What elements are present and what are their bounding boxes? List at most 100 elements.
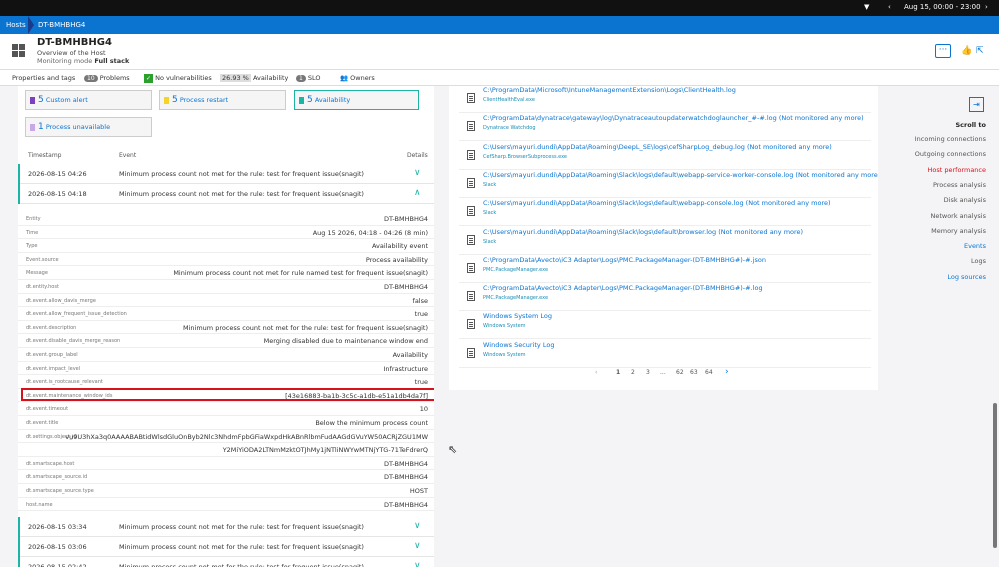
- chevron-up-icon[interactable]: ∧: [414, 188, 421, 198]
- event-row[interactable]: 2026-08-15 03:34 Minimum process count no…: [18, 517, 434, 538]
- log-process[interactable]: Windows System: [483, 323, 526, 329]
- scroll-to-item[interactable]: Host performance: [928, 166, 987, 174]
- scroll-to-item[interactable]: Memory analysis: [931, 227, 986, 235]
- pager-page[interactable]: 62: [676, 369, 684, 376]
- scroll-to-item[interactable]: Logs: [971, 257, 986, 265]
- log-process[interactable]: Slack: [483, 239, 496, 245]
- timeframe-selector[interactable]: Aug 15, 00:00 - 23:00: [904, 3, 981, 11]
- chevron-right-icon[interactable]: ›: [985, 3, 988, 11]
- log-path[interactable]: C:\Users\mayuri.dundi\AppData\Roaming\De…: [483, 143, 832, 151]
- log-path[interactable]: C:\Users\mayuri.dundi\AppData\Roaming\Sl…: [483, 199, 831, 207]
- property-key: dt.event.group_label: [26, 352, 78, 358]
- log-process[interactable]: Slack: [483, 182, 496, 188]
- chevron-down-icon[interactable]: ∨: [414, 521, 421, 531]
- log-process[interactable]: CefSharp.BrowserSubprocess.exe: [483, 154, 567, 160]
- tile-process-restart[interactable]: 5 Process restart: [159, 90, 286, 110]
- chevron-down-icon[interactable]: ∨: [414, 168, 421, 178]
- event-timestamp: 2026-08-15 04:18: [28, 190, 87, 198]
- log-source-row[interactable]: C:\Users\mayuri.dundi\AppData\Roaming\Sl…: [459, 227, 871, 255]
- event-row[interactable]: 2026-08-15 02:42 Minimum process count no…: [18, 557, 434, 567]
- scroll-to-item[interactable]: Incoming connections: [915, 135, 986, 143]
- event-property-row: host.name DT-BMHBHG4: [18, 498, 434, 512]
- log-source-row[interactable]: C:\Users\mayuri.dundi\AppData\Roaming\Sl…: [459, 170, 878, 198]
- log-path[interactable]: C:\ProgramData\dynatrace\gateway\log\Dyn…: [483, 114, 864, 122]
- thumbs-up-icon[interactable]: 👍: [961, 46, 972, 56]
- log-source-row[interactable]: C:\ProgramData\dynatrace\gateway\log\Dyn…: [459, 113, 871, 142]
- event-row[interactable]: 2026-08-15 04:18 Minimum process count no…: [18, 184, 434, 204]
- log-source-row[interactable]: C:\ProgramData\Avecto\iC3 Adapter\Logs\P…: [459, 255, 871, 283]
- log-process[interactable]: PMC.PackageManager.exe: [483, 267, 548, 273]
- log-source-row[interactable]: Windows Security Log Windows System: [459, 340, 871, 368]
- log-path[interactable]: C:\Users\mayuri.dundi\AppData\Roaming\Sl…: [483, 171, 878, 179]
- filter-icon[interactable]: ▼: [864, 3, 869, 11]
- pager-page[interactable]: 3: [646, 369, 650, 376]
- monitoring-mode: Monitoring mode Full stack: [37, 57, 129, 65]
- scrollbar[interactable]: [993, 403, 997, 548]
- scroll-to-item[interactable]: Outgoing connections: [915, 150, 986, 158]
- pager-next[interactable]: ›: [725, 367, 729, 377]
- log-process[interactable]: PMC.PackageManager.exe: [483, 295, 548, 301]
- process-unavailable-marker: [30, 123, 35, 131]
- event-property-row: Time Aug 15 2026, 04:18 - 04:26 (8 min): [18, 226, 434, 240]
- log-source-row[interactable]: C:\ProgramData\Microsoft\IntuneManagemen…: [459, 86, 871, 113]
- problems-link[interactable]: 10 Problems: [84, 74, 130, 82]
- log-source-row[interactable]: Windows System Log Windows System: [459, 311, 871, 340]
- event-property-row: dt.event.is_rootcause_relevant true: [18, 375, 434, 389]
- property-key: dt.smartscape_source.type: [26, 488, 94, 494]
- property-value: Minimum process count not met for the ru…: [183, 323, 428, 332]
- chevron-down-icon[interactable]: ∨: [414, 561, 421, 567]
- event-timestamp: 2026-08-15 02:42: [28, 563, 87, 567]
- log-source-row[interactable]: C:\Users\mayuri.dundi\AppData\Roaming\Sl…: [459, 198, 871, 227]
- log-process[interactable]: Dynatrace Watchdog: [483, 125, 536, 131]
- property-key: dt.event.allow_frequent_issue_detection: [26, 311, 127, 318]
- log-path[interactable]: Windows Security Log: [483, 341, 554, 349]
- pager-page[interactable]: 64: [705, 369, 713, 376]
- property-value: DT-BMHBHG4: [384, 459, 428, 468]
- tile-label: Availability: [314, 96, 351, 104]
- scroll-to-item[interactable]: Events: [964, 242, 986, 250]
- chevron-down-icon[interactable]: ∨: [414, 541, 421, 551]
- log-path[interactable]: Windows System Log: [483, 312, 552, 320]
- log-path[interactable]: C:\ProgramData\Avecto\iC3 Adapter\Logs\P…: [483, 284, 763, 292]
- vulnerabilities-link[interactable]: ✓ No vulnerabilities: [144, 74, 212, 83]
- scroll-to-item[interactable]: Process analysis: [933, 181, 986, 189]
- availability-label: Availability: [252, 74, 289, 82]
- chevron-left-icon[interactable]: ‹: [888, 3, 891, 11]
- tile-custom-alert[interactable]: 5 Custom alert: [25, 90, 152, 110]
- event-row[interactable]: 2026-08-15 04:26 Minimum process count no…: [18, 164, 434, 184]
- property-key: dt.event.timeout: [26, 406, 69, 413]
- log-source-row[interactable]: C:\ProgramData\Avecto\iC3 Adapter\Logs\P…: [459, 283, 871, 312]
- property-value: Availability: [392, 351, 428, 359]
- breadcrumb: Hosts DT-BMHBHG4: [0, 16, 999, 34]
- tile-process-unavailable[interactable]: 1 Process unavailable: [25, 117, 152, 137]
- pager-page[interactable]: 2: [631, 369, 635, 376]
- log-process[interactable]: Windows System: [483, 352, 526, 358]
- availability-link[interactable]: 26.93 % Availability: [220, 74, 288, 82]
- slo-link[interactable]: 1 SLO: [296, 74, 321, 82]
- properties-and-tags-link[interactable]: Properties and tags: [12, 74, 75, 82]
- scroll-to-item[interactable]: Disk analysis: [944, 196, 986, 204]
- log-path[interactable]: C:\ProgramData\Avecto\iC3 Adapter\Logs\P…: [483, 256, 766, 264]
- more-button[interactable]: ···: [935, 44, 951, 58]
- scroll-to-item[interactable]: Log sources: [947, 273, 986, 281]
- event-row[interactable]: 2026-08-15 03:06 Minimum process count no…: [18, 537, 434, 558]
- pin-icon[interactable]: ⇱: [976, 46, 984, 56]
- pager-page[interactable]: 63: [690, 369, 698, 376]
- log-source-row[interactable]: C:\Users\mayuri.dundi\AppData\Roaming\De…: [459, 142, 871, 170]
- tile-availability[interactable]: 5 Availability: [294, 90, 419, 110]
- owners-link[interactable]: 👥 Owners: [340, 74, 375, 82]
- log-path[interactable]: C:\Users\mayuri.dundi\AppData\Roaming\Sl…: [483, 228, 803, 236]
- property-value: vu9U3hXa3q0AAAABABtidWlsdGluOnByb2Nlc3Nh…: [65, 432, 428, 441]
- log-process[interactable]: Slack: [483, 210, 496, 216]
- breadcrumb-current: DT-BMHBHG4: [38, 21, 86, 29]
- event-property-row: dt.entity.host DT-BMHBHG4: [18, 280, 434, 294]
- event-property-row: Event.source Process availability: [18, 253, 434, 267]
- property-key: Message: [26, 270, 48, 277]
- pager-page[interactable]: 1: [616, 369, 620, 376]
- log-process[interactable]: ClientHealthEval.exe: [483, 97, 535, 103]
- scroll-to-item[interactable]: Network analysis: [930, 212, 986, 220]
- pager-prev[interactable]: ‹: [595, 369, 597, 376]
- log-path[interactable]: C:\ProgramData\Microsoft\IntuneManagemen…: [483, 86, 736, 94]
- breadcrumb-hosts[interactable]: Hosts: [6, 16, 26, 34]
- collapse-panel-icon[interactable]: ⇥: [969, 97, 984, 112]
